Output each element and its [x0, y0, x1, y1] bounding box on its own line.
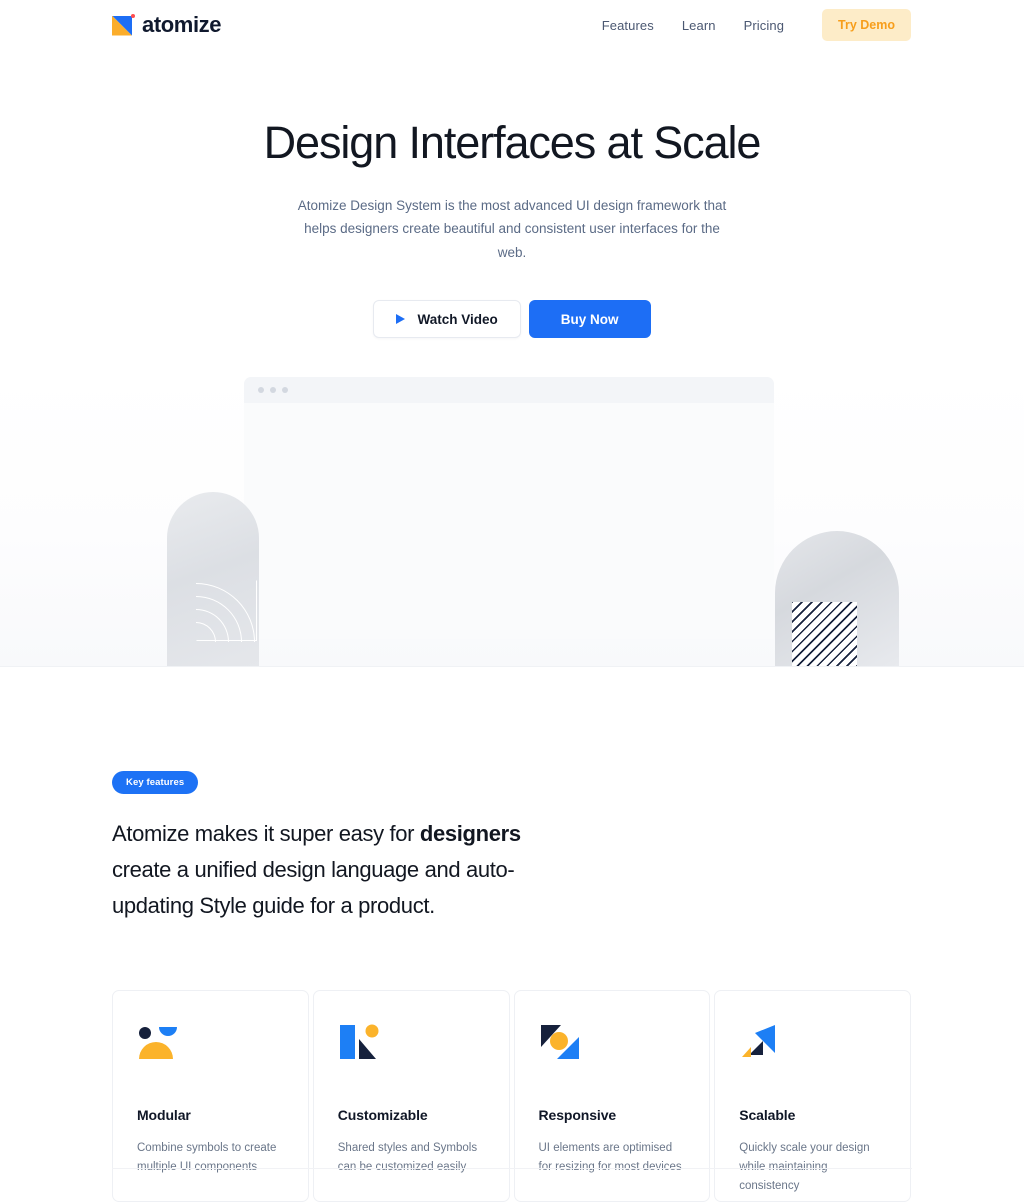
feature-desc: UI elements are optimised for resizing f…: [538, 1142, 682, 1173]
brand-logo-link[interactable]: atomize: [112, 12, 222, 38]
decor-arcs: [196, 580, 258, 643]
key-features-section: Key features Atomize makes it super easy…: [0, 667, 1024, 1202]
feature-title: Customizable: [337, 1107, 428, 1124]
nav-item-learn[interactable]: Learn: [682, 18, 716, 33]
responsive-icon: [539, 1021, 686, 1065]
features-heading-bold: designers: [419, 821, 521, 847]
key-features-badge: Key features: [112, 771, 199, 795]
decor-stripes-square: [792, 602, 857, 667]
browser-dot-minimize: [270, 387, 276, 394]
atomize-logo-icon: [112, 13, 135, 37]
hero-subtitle: Atomize Design System is the most advanc…: [297, 197, 727, 260]
try-demo-button[interactable]: Try Demo: [822, 9, 911, 41]
buy-now-button[interactable]: Buy Now: [528, 300, 651, 339]
browser-titlebar: [244, 377, 774, 403]
feature-card-responsive[interactable]: Responsive UI elements are optimised for…: [513, 990, 711, 1202]
section-divider: [112, 1168, 912, 1169]
browser-dot-maximize: [282, 387, 288, 394]
site-header: atomize Features Learn Pricing Try Demo: [0, 0, 1024, 50]
nav-item-pricing[interactable]: Pricing: [744, 18, 784, 33]
features-heading-part2: create a unified design language and aut…: [112, 857, 515, 918]
feature-card-modular[interactable]: Modular Combine symbols to create multip…: [112, 990, 309, 1202]
browser-dot-close: [258, 387, 264, 394]
feature-card-scalable[interactable]: Scalable Quickly scale your design while…: [714, 990, 911, 1202]
watch-video-button[interactable]: Watch Video: [373, 300, 521, 339]
feature-title: Responsive: [538, 1107, 617, 1124]
scalable-icon: [739, 1021, 886, 1065]
feature-cards: Modular Combine symbols to create multip…: [112, 990, 911, 1202]
play-icon: [396, 314, 406, 325]
hero-section: Design Interfaces at Scale Atomize Desig…: [0, 50, 1024, 339]
features-heading: Atomize makes it super easy for designer…: [112, 816, 542, 923]
feature-title: Modular: [137, 1107, 191, 1124]
feature-card-customizable[interactable]: Customizable Shared styles and Symbols c…: [312, 990, 510, 1202]
main-nav: Features Learn Pricing Try Demo: [602, 9, 911, 41]
page-title: Design Interfaces at Scale: [263, 117, 762, 168]
nav-item-features[interactable]: Features: [602, 18, 654, 33]
brand-name: atomize: [142, 12, 222, 37]
browser-viewport: [244, 403, 774, 640]
browser-mockup: [244, 377, 774, 640]
hero-actions: Watch Video Buy Now: [0, 300, 1024, 339]
customizable-icon: [338, 1021, 485, 1065]
modular-icon: [137, 1021, 284, 1065]
features-heading-part1: Atomize makes it super easy for: [112, 821, 420, 847]
feature-desc: Shared styles and Symbols can be customi…: [337, 1142, 478, 1173]
feature-title: Scalable: [739, 1107, 796, 1124]
feature-desc: Combine symbols to create multiple UI co…: [137, 1142, 277, 1173]
hero-illustration: Notification message ✕ Search in the lis…: [0, 372, 1024, 668]
watch-video-label: Watch Video: [417, 311, 498, 327]
